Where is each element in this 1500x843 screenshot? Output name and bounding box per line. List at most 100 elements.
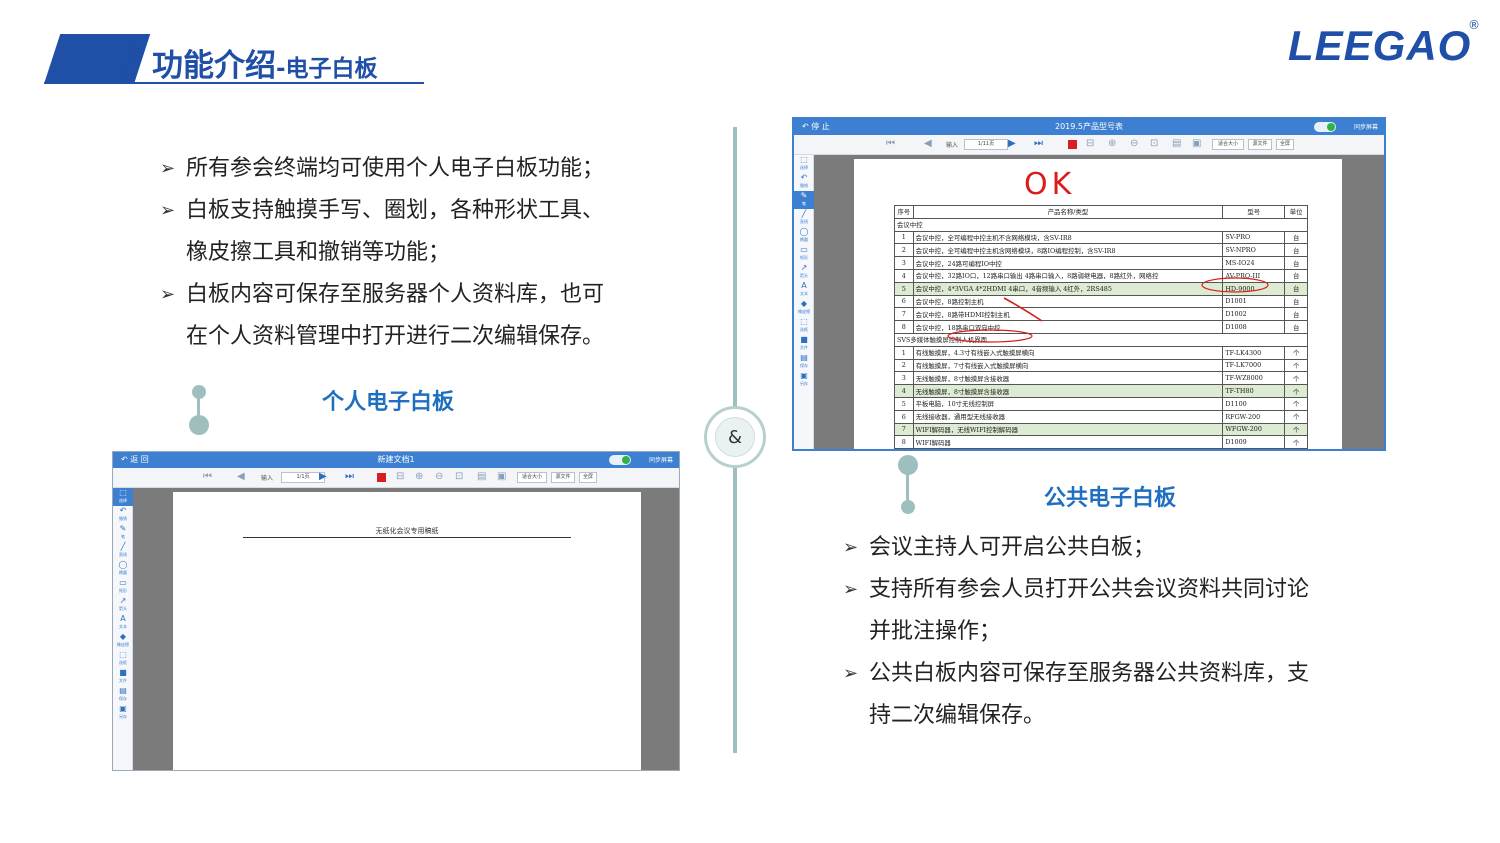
tool-label: 选框 [800, 327, 808, 332]
minus-icon[interactable]: ⊟ [396, 471, 404, 483]
zoom-reset-icon[interactable]: ⊡ [455, 471, 463, 483]
tool-arrow[interactable]: ↗ 箭头 [794, 263, 814, 281]
sync-toggle[interactable] [1314, 122, 1336, 132]
circle-annotation-model [1201, 277, 1269, 293]
tool-file[interactable]: ■ 文件 [794, 335, 814, 353]
tool-text[interactable]: A 文本 [113, 614, 133, 632]
arrow-bullet-icon: ➢ [843, 579, 859, 600]
tool-save-as[interactable]: ▣ 另存 [794, 371, 814, 389]
whiteboard-canvas[interactable]: OK 序号 产品名称/类型 型号 单位 会议中控 1 会议中控，全可编程中控主机不含… [814, 155, 1384, 449]
tool-label: 文本 [800, 291, 808, 296]
tool-label: 撤销 [800, 183, 808, 188]
tool-ellipse[interactable]: ◯ 椭圆 [794, 227, 814, 245]
tool-select[interactable]: ⬚ 选择 [794, 155, 814, 173]
tool-save[interactable]: ▤ 保存 [794, 353, 814, 371]
minus-icon[interactable]: ⊟ [1086, 138, 1094, 150]
fullscreen-button[interactable]: 全屏 [579, 472, 597, 483]
tool-label: 橡皮擦 [117, 642, 129, 647]
export-icon[interactable]: ▣ [497, 471, 506, 483]
export-icon[interactable]: ▣ [1192, 138, 1201, 150]
tool-label: 箭头 [800, 273, 808, 278]
tool-label: 保存 [119, 696, 127, 701]
tool-label: 椭圆 [800, 237, 808, 242]
first-page-icon[interactable]: ⏮ [886, 138, 895, 150]
tool-rectangle[interactable]: ▭ 矩形 [794, 245, 814, 263]
window-titlebar: ↶ 返 回 新建文档1 同步屏幕 [113, 452, 679, 468]
brand-logo: LEEGAO [1288, 22, 1472, 69]
tool-line[interactable]: ╱ 直线 [794, 209, 814, 227]
arrow-bullet-icon: ➢ [843, 663, 859, 684]
next-page-icon[interactable]: ▶ [319, 471, 327, 483]
list-item: ➢ 所有参会终端均可使用个人电子白板功能； [160, 148, 680, 190]
tool-arrow[interactable]: ↗ 箭头 [113, 596, 133, 614]
tool-rectangle[interactable]: ▭ 矩形 [113, 578, 133, 596]
tool-eraser[interactable]: ◆ 橡皮擦 [794, 299, 814, 317]
tool-eraser[interactable]: ◆ 橡皮擦 [113, 632, 133, 650]
zoom-out-icon[interactable]: ⊖ [1130, 138, 1138, 150]
tool-ellipse[interactable]: ◯ 椭圆 [113, 560, 133, 578]
tool-pen[interactable]: ✎ 笔 [794, 191, 814, 209]
tool-label: 直线 [119, 552, 127, 557]
source-file-button[interactable]: 源文件 [1248, 139, 1272, 150]
zoom-out-icon[interactable]: ⊖ [435, 471, 443, 483]
list-item: ➢ 支持所有参会人员打开公共会议资料共同讨论 并批注操作； [843, 569, 1363, 653]
tool-label: 直线 [800, 219, 808, 224]
prev-page-icon[interactable]: ◀ [237, 471, 245, 483]
save-icon[interactable]: ▤ [1172, 138, 1181, 150]
whiteboard-canvas[interactable]: 无纸化会议专用稿纸 [133, 488, 679, 770]
whiteboard-toolbar: ⏮ ◀ 输入 1/1页 ▶ ⏭ ⊟ ⊕ ⊖ ⊡ ▤ ▣ 适合大小 源文件 全屏 [113, 468, 679, 488]
tool-undo[interactable]: ↶ 撤销 [794, 173, 814, 191]
annotation-strokes [947, 277, 1269, 343]
fit-size-button[interactable]: 适合大小 [1212, 139, 1244, 150]
personal-whiteboard-label: 个人电子白板 [322, 390, 455, 415]
slide: 功能介绍-电子白板 LEEGAO ® ➢ 所有参会终端均可使用个人电子白板功能；… [0, 0, 1500, 843]
prev-page-icon[interactable]: ◀ [924, 138, 932, 150]
fullscreen-button[interactable]: 全屏 [1276, 139, 1294, 150]
red-color-swatch-icon[interactable] [1068, 140, 1077, 149]
tool-line[interactable]: ╱ 直线 [113, 542, 133, 560]
tool-label: 橡皮擦 [798, 309, 810, 314]
tool-pen[interactable]: ✎ 笔 [113, 524, 133, 542]
tool-marquee[interactable]: ⬚ 选框 [113, 650, 133, 668]
tool-label: 矩形 [119, 588, 127, 593]
sync-label: 同步屏幕 [1353, 124, 1378, 131]
connector-dot-bottom [901, 500, 915, 514]
tool-label: 文件 [119, 678, 127, 683]
tool-label: 箭头 [119, 606, 127, 611]
arrow-bullet-icon: ➢ [160, 284, 176, 305]
last-page-icon[interactable]: ⏭ [1034, 138, 1043, 150]
tool-select[interactable]: ⬚ 选择 [113, 488, 133, 506]
source-file-button[interactable]: 源文件 [551, 472, 575, 483]
next-page-icon[interactable]: ▶ [1008, 138, 1016, 150]
tool-save-as[interactable]: ▣ 另存 [113, 704, 133, 722]
page-title: 功能介绍-电子白板 [152, 40, 378, 85]
whiteboard-toolbar: ⏮ ◀ 输入 1/11页 ▶ ⏭ ⊟ ⊕ ⊖ ⊡ ▤ ▣ 适合大小 源文件 全屏 [794, 135, 1384, 155]
list-item-text-cont: 橡皮擦工具和撤销等功能； [186, 240, 451, 265]
tool-save[interactable]: ▤ 保存 [113, 686, 133, 704]
tool-label: 椭圆 [119, 570, 127, 575]
save-icon[interactable]: ▤ [477, 471, 486, 483]
zoom-in-icon[interactable]: ⊕ [415, 471, 423, 483]
whiteboard-page[interactable]: 无纸化会议专用稿纸 [173, 492, 641, 770]
tool-marquee[interactable]: ⬚ 选框 [794, 317, 814, 335]
red-color-swatch-icon[interactable] [377, 473, 386, 482]
doc-heading: 无纸化会议专用稿纸 [375, 527, 439, 535]
last-page-icon[interactable]: ⏭ [345, 471, 354, 483]
tool-label: 选择 [119, 498, 127, 503]
tool-undo[interactable]: ↶ 撤销 [113, 506, 133, 524]
tool-label: 撤销 [119, 516, 127, 521]
list-item-text: 支持所有参会人员打开公共会议资料共同讨论 [869, 577, 1310, 602]
tool-text[interactable]: A 文本 [794, 281, 814, 299]
whiteboard-tool-sidebar: ⬚ 选择 ↶ 撤销 ✎ 笔 ╱ 直线 ◯ 椭圆 ▭ 矩形 ↗ 箭头 A 文本 ◆ 橡皮擦 ⬚ 选框 … [794, 155, 814, 449]
first-page-icon[interactable]: ⏮ [203, 471, 212, 483]
tool-file[interactable]: ■ 文件 [113, 668, 133, 686]
zoom-in-icon[interactable]: ⊕ [1108, 138, 1116, 150]
fit-size-button[interactable]: 适合大小 [517, 472, 547, 483]
sync-toggle[interactable] [609, 455, 631, 465]
list-item-text: 白板内容可保存至服务器个人资料库，也可 [186, 282, 605, 307]
page-title-main: 功能介绍 [152, 48, 276, 84]
zoom-reset-icon[interactable]: ⊡ [1150, 138, 1158, 150]
whiteboard-page[interactable]: OK 序号 产品名称/类型 型号 单位 会议中控 1 会议中控，全可编程中控主机不含… [854, 159, 1342, 449]
page-count-field[interactable]: 1/11页 [964, 139, 1008, 150]
list-item: ➢ 白板内容可保存至服务器个人资料库，也可 在个人资料管理中打开进行二次编辑保存… [160, 274, 680, 358]
